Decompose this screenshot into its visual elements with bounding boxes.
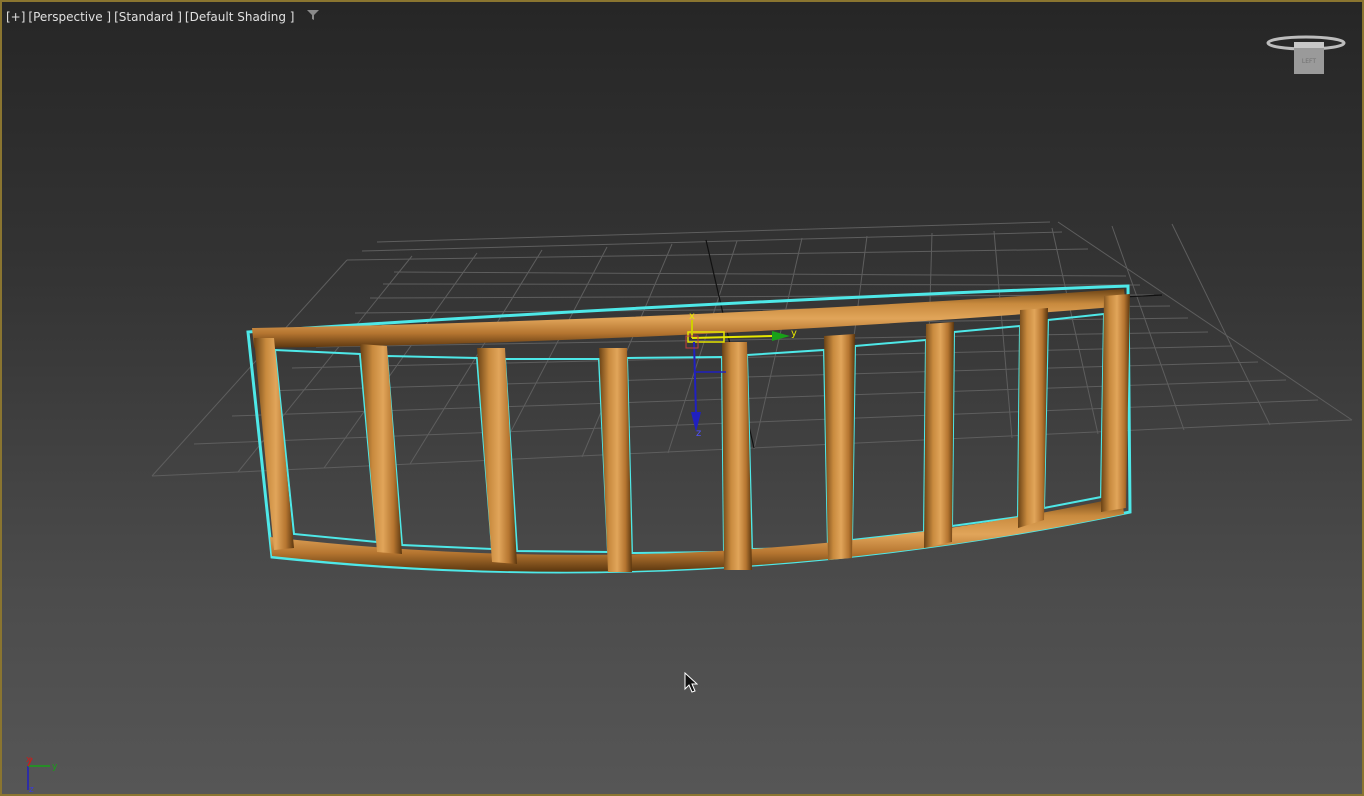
mouse-cursor-icon (684, 671, 699, 698)
tripod-z-label: z (29, 785, 34, 794)
gizmo-x-label: x (689, 311, 695, 322)
tripod-y-label: y (52, 762, 58, 772)
viewport-label-menu: [+] [Perspective ] [Standard ] [Default … (6, 9, 320, 24)
tripod-x-label: x (26, 755, 32, 765)
scene-canvas[interactable]: x y z (2, 2, 1362, 794)
viewcube-icon[interactable]: LEFT (1264, 30, 1348, 84)
viewport-point-of-view-label[interactable]: [Perspective ] (28, 10, 111, 24)
viewport-plus-menu[interactable]: [+] (6, 10, 25, 24)
viewport-shading-label[interactable]: [Default Shading ] (185, 10, 295, 24)
world-axis-tripod: x y z (20, 754, 66, 794)
funnel-icon[interactable] (307, 9, 320, 24)
perspective-viewport[interactable]: x y z [+] [Perspective ] [Standard ] [De… (0, 0, 1364, 796)
gizmo-z-label: z (696, 428, 701, 439)
grille-object[interactable] (246, 284, 1132, 574)
gizmo-y-label: y (791, 328, 797, 339)
svg-text:LEFT: LEFT (1302, 58, 1316, 65)
viewport-mode-label[interactable]: [Standard ] (114, 10, 182, 24)
